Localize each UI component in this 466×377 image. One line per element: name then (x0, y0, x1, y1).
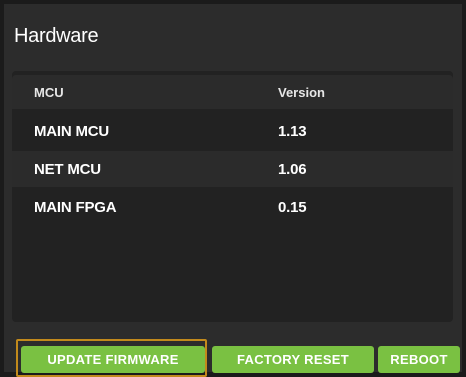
row-mcu-version: 0.15 (278, 198, 307, 216)
table-row: MAIN MCU 1.13 (12, 113, 453, 149)
row-mcu-version: 1.06 (278, 160, 307, 178)
column-header-version: Version (278, 84, 325, 100)
row-mcu-name: MAIN MCU (34, 122, 110, 140)
row-mcu-version: 1.13 (278, 122, 307, 140)
row-mcu-name: NET MCU (34, 160, 101, 178)
hardware-table: MCU Version MAIN MCU 1.13 NET MCU 1.06 M… (12, 71, 453, 322)
row-mcu-name: MAIN FPGA (34, 198, 117, 216)
factory-reset-button[interactable]: FACTORY RESET (212, 346, 374, 373)
table-row: MAIN FPGA 0.15 (12, 189, 453, 225)
update-firmware-button[interactable]: UPDATE FIRMWARE (21, 346, 205, 373)
panel-title: Hardware (14, 25, 99, 47)
column-header-mcu: MCU (34, 84, 64, 100)
table-header-row: MCU Version (12, 75, 453, 109)
reboot-button[interactable]: REBOOT (378, 346, 460, 373)
hardware-panel: Hardware MCU Version MAIN MCU 1.13 NET M… (4, 4, 462, 377)
table-row: NET MCU 1.06 (12, 151, 453, 187)
